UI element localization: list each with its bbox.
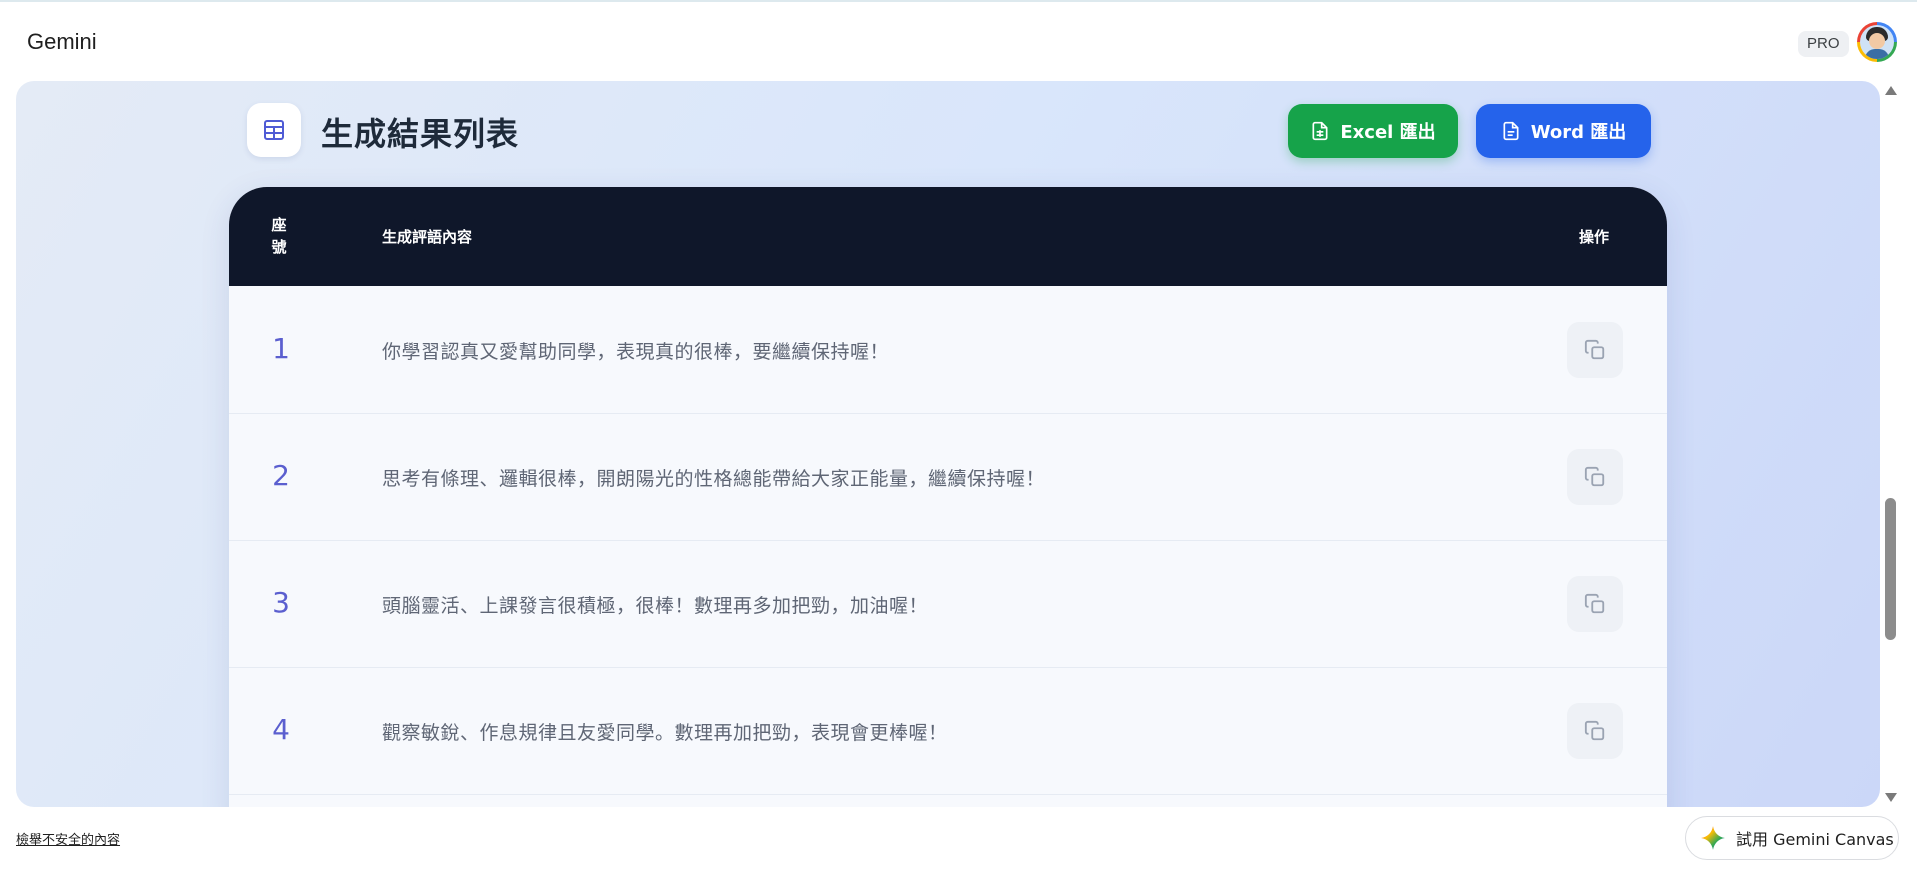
word-export-label: Word 匯出 <box>1530 122 1627 143</box>
copy-icon <box>1584 466 1605 487</box>
file-spreadsheet-icon <box>1312 121 1328 141</box>
seat-number: 4 <box>272 713 290 746</box>
scrollbar-thumb[interactable] <box>1885 498 1896 640</box>
comment-text: 頭腦靈活、上課發言很積極，很棒！數理再多加把勁，加油喔！ <box>382 595 929 617</box>
excel-export-button[interactable]: Excel 匯出 <box>1288 104 1458 158</box>
seat-number: 1 <box>272 332 290 365</box>
file-text-icon <box>1503 121 1519 141</box>
avatar-image <box>1860 25 1894 59</box>
table-row: 3 頭腦靈活、上課發言很積極，很棒！數理再多加把勁，加油喔！ <box>229 540 1667 668</box>
column-header-seat: 座號 <box>271 216 287 256</box>
avatar-body <box>1865 49 1889 59</box>
table-icon <box>247 103 301 157</box>
comment-text: 觀察敏銳、作息規律且友愛同學。數理再加把勁，表現會更棒喔！ <box>382 722 948 744</box>
report-unsafe-content-link[interactable]: 檢舉不安全的內容 <box>16 829 120 848</box>
canvas-preview: 生成結果列表 Excel 匯出 Word 匯出 座號 生成評語內容 操作 1 你… <box>16 81 1880 807</box>
comment-text: 你學習認真又愛幫助同學，表現真的很棒，要繼續保持喔！ <box>382 341 890 363</box>
table-row: 4 觀察敏銳、作息規律且友愛同學。數理再加把勁，表現會更棒喔！ <box>229 667 1667 795</box>
gemini-sparkle-icon <box>1701 826 1725 850</box>
avatar-face <box>1869 33 1885 49</box>
seat-number: 3 <box>272 586 290 619</box>
table-row: 2 思考有條理、邏輯很棒，開朗陽光的性格總能帶給大家正能量，繼續保持喔！ <box>229 413 1667 541</box>
page-title: 生成結果列表 <box>321 115 520 153</box>
word-export-button[interactable]: Word 匯出 <box>1476 104 1651 158</box>
excel-export-label: Excel 匯出 <box>1340 122 1436 143</box>
app-title: Gemini <box>27 29 97 54</box>
scroll-up-arrow-icon[interactable] <box>1885 86 1897 95</box>
comment-text: 思考有條理、邏輯很棒，開朗陽光的性格總能帶給大家正能量，繼續保持喔！ <box>382 468 1046 490</box>
try-gemini-canvas-label: 試用 Gemini Canvas <box>1736 830 1894 849</box>
scrollbar[interactable] <box>1880 81 1901 807</box>
copy-button[interactable] <box>1567 449 1623 505</box>
user-avatar[interactable] <box>1857 22 1897 62</box>
copy-icon <box>1584 339 1605 360</box>
copy-button[interactable] <box>1567 322 1623 378</box>
table-row: 1 你學習認真又愛幫助同學，表現真的很棒，要繼續保持喔！ <box>229 286 1667 414</box>
copy-icon <box>1584 593 1605 614</box>
scroll-down-arrow-icon[interactable] <box>1885 793 1897 802</box>
copy-button[interactable] <box>1567 703 1623 759</box>
column-header-action: 操作 <box>1579 228 1610 246</box>
copy-button[interactable] <box>1567 576 1623 632</box>
column-header-content: 生成評語內容 <box>382 228 473 246</box>
copy-icon <box>1584 720 1605 741</box>
table-header: 座號 生成評語內容 操作 <box>229 187 1667 286</box>
results-table: 座號 生成評語內容 操作 1 你學習認真又愛幫助同學，表現真的很棒，要繼續保持喔… <box>229 187 1667 807</box>
try-gemini-canvas-button[interactable]: 試用 Gemini Canvas <box>1685 816 1899 860</box>
seat-number: 2 <box>272 459 290 492</box>
pro-badge: PRO <box>1798 31 1849 57</box>
top-bar: Gemini PRO <box>0 2 1917 80</box>
